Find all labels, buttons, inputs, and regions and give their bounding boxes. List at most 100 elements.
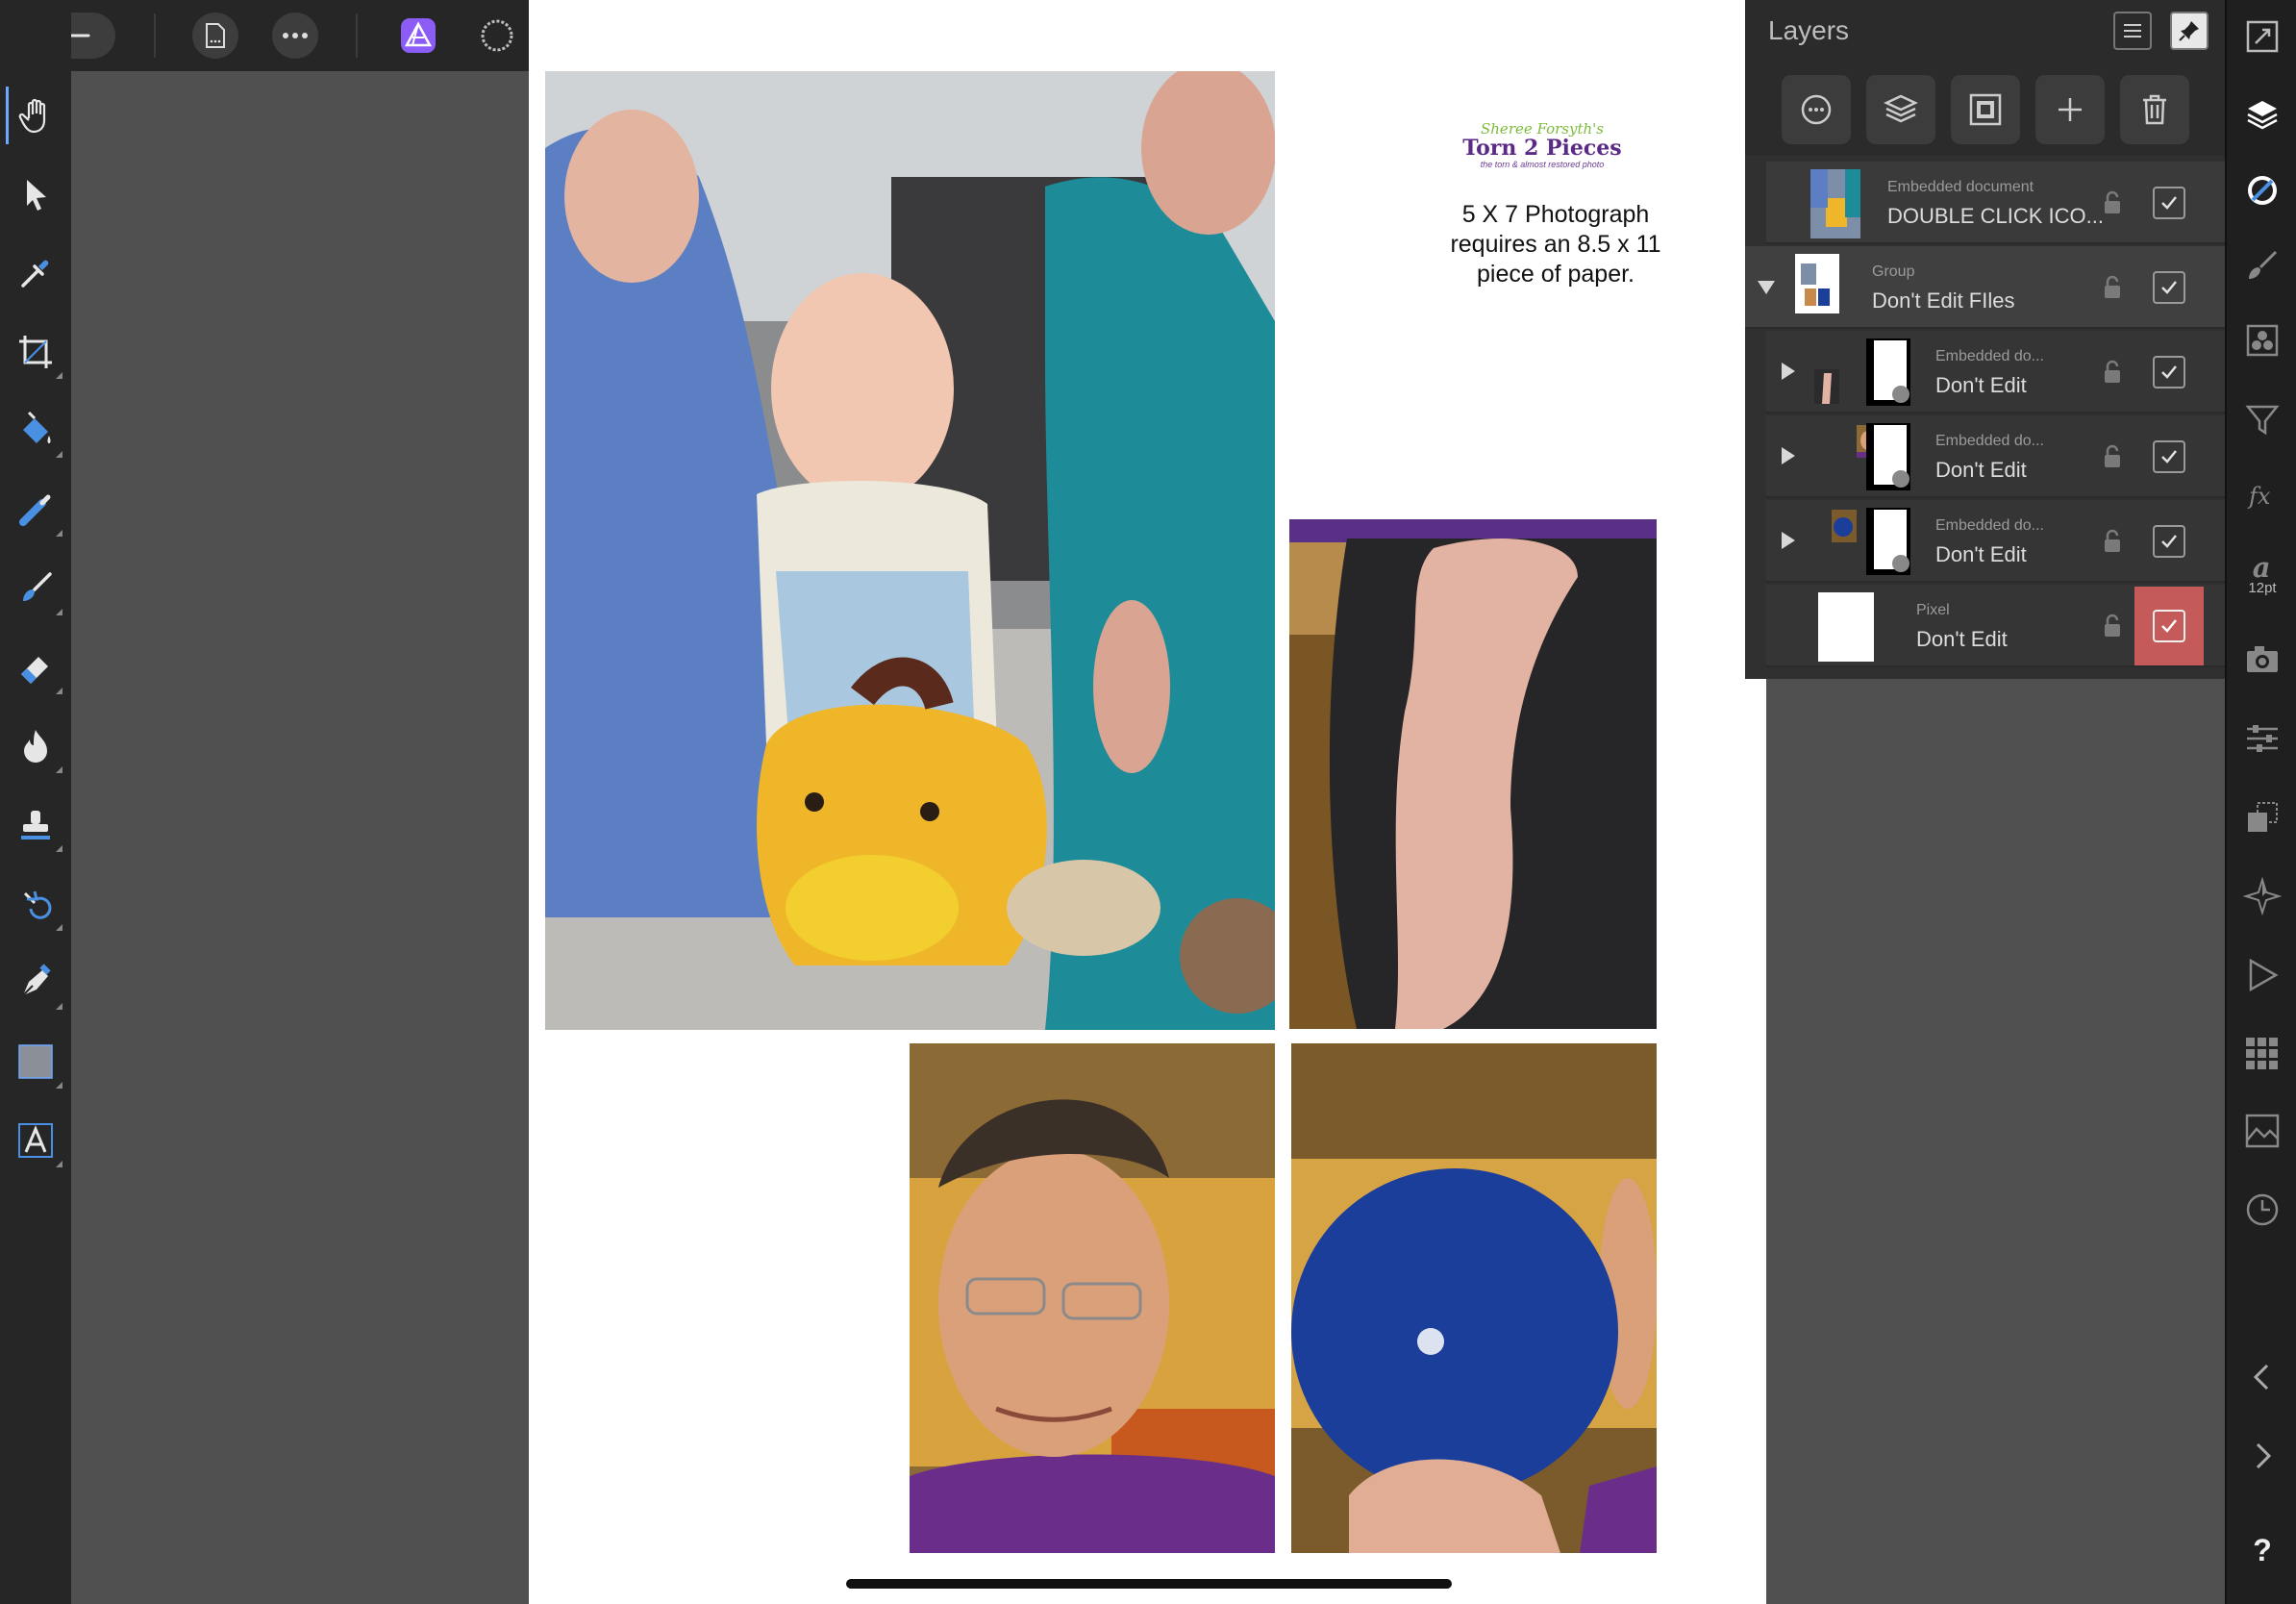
print-note: 5 X 7 Photograph requires an 8.5 x 11 pi… [1383, 200, 1729, 289]
macro-studio-button[interactable] [2237, 950, 2287, 1000]
visibility-checkbox[interactable] [2153, 187, 2185, 219]
document-button[interactable] [192, 13, 238, 59]
visibility-checkbox[interactable] [2153, 440, 2185, 473]
print-note-line: piece of paper. [1476, 261, 1635, 288]
visibility-checkbox[interactable] [2153, 610, 2185, 642]
text-styles-studio-button[interactable]: a 12pt [2237, 548, 2287, 598]
layer-row-embedded-document[interactable]: Embedded document DOUBLE CLICK ICO... [1766, 162, 2226, 244]
home-indicator [846, 1579, 1452, 1589]
move-tool[interactable] [7, 165, 64, 223]
panel-menu-button[interactable] [2113, 12, 2152, 50]
colour-studio-button[interactable] [2237, 165, 2287, 215]
dodge-burn-tool[interactable] [7, 717, 64, 775]
layers-studio-button[interactable] [2237, 90, 2287, 140]
arm-photo[interactable] [1289, 519, 1657, 1029]
history-studio-button[interactable] [2237, 1185, 2287, 1235]
lock-icon[interactable] [2102, 444, 2123, 469]
man-portrait-image [910, 1043, 1275, 1553]
mask-icon [1969, 93, 2002, 126]
undo-brush-icon [23, 890, 52, 919]
transform-studio-button[interactable] [2237, 792, 2287, 842]
photo-persona-button[interactable] [394, 12, 442, 60]
character-icon: a [2253, 551, 2271, 584]
pen-tool[interactable] [7, 954, 64, 1012]
layer-type: Embedded do... [1935, 348, 2044, 364]
help-label: ? [2253, 1532, 2272, 1567]
effects-studio-button[interactable]: fx [2237, 471, 2287, 521]
eraser-icon [21, 657, 48, 684]
rectangle-tool[interactable] [7, 1033, 64, 1090]
expand-triangle-icon[interactable] [1782, 363, 1795, 380]
torn-2-pieces-logo: Sheree Forsyth's Torn 2 Pieces the torn … [1437, 121, 1647, 169]
lock-icon[interactable] [2102, 190, 2123, 215]
lock-icon[interactable] [2102, 275, 2123, 300]
collapse-right-button[interactable] [2237, 1431, 2287, 1481]
layer-thumbnail-image [1795, 254, 1839, 313]
clone-tool[interactable] [7, 796, 64, 854]
chevron-right-icon [2256, 1442, 2272, 1469]
colour-swatch-icon [2248, 176, 2277, 205]
visibility-checkbox[interactable] [2153, 271, 2185, 304]
crop-tool[interactable] [7, 323, 64, 381]
help-button[interactable]: ? [2237, 1525, 2287, 1575]
delete-layer-button[interactable] [2120, 75, 2189, 144]
artistic-text-tool[interactable] [7, 1112, 64, 1169]
man-portrait-photo[interactable] [910, 1043, 1275, 1553]
add-layer-button[interactable] [2035, 75, 2105, 144]
more-button[interactable] [272, 13, 318, 59]
liquify-persona-button[interactable] [473, 12, 521, 60]
snapshots-studio-button[interactable] [2237, 635, 2287, 685]
layer-type: Embedded do... [1935, 517, 2044, 534]
view-tool[interactable] [5, 87, 66, 144]
channels-studio-button[interactable] [2237, 315, 2287, 365]
stock-studio-button[interactable] [2237, 1029, 2287, 1079]
navigator-studio-button[interactable] [2237, 871, 2287, 921]
bowling-ball-photo[interactable] [1291, 1043, 1657, 1553]
pin-panel-button[interactable] [2170, 12, 2209, 50]
expand-triangle-icon[interactable] [1782, 532, 1795, 549]
layer-row-embedded[interactable]: Embedded do... Don't Edit [1766, 331, 2226, 414]
flood-fill-tool[interactable] [7, 402, 64, 460]
layer-row-group[interactable]: Group Don't Edit FIles [1745, 246, 2226, 329]
color-picker-tool[interactable] [7, 244, 64, 302]
layer-stack-button[interactable] [1866, 75, 1935, 144]
pin-icon [2179, 21, 2199, 41]
visibility-checkbox[interactable] [2153, 356, 2185, 388]
layer-row-pixel[interactable]: Pixel Don't Edit [1766, 585, 2226, 667]
expand-triangle-icon[interactable] [1782, 447, 1795, 464]
visibility-checkbox[interactable] [2153, 525, 2185, 558]
layers-header: Layers [1745, 0, 2226, 63]
font-size-label: 12pt [2248, 579, 2277, 596]
layer-name: Don't Edit [1916, 627, 2008, 651]
paint-brush-tool[interactable] [7, 560, 64, 617]
layer-row-embedded[interactable]: Embedded do... Don't Edit [1766, 500, 2226, 583]
family-photo[interactable] [545, 71, 1275, 1030]
erase-brush-tool[interactable] [7, 639, 64, 696]
tone-studio-button[interactable] [2237, 714, 2287, 764]
pen-nib-icon [22, 964, 51, 996]
collapse-triangle-icon[interactable] [1758, 281, 1775, 294]
layer-stack-icon [1884, 94, 1918, 123]
layer-row-embedded[interactable]: Embedded do... Don't Edit [1766, 415, 2226, 498]
adjustments-studio-button[interactable] [2237, 394, 2287, 444]
panel-menu-icon [2124, 24, 2141, 38]
undo-brush-tool[interactable] [7, 875, 64, 933]
liquify-persona-icon [481, 19, 513, 52]
lock-icon[interactable] [2102, 529, 2123, 554]
document-page[interactable]: Sheree Forsyth's Torn 2 Pieces the torn … [529, 0, 1766, 1604]
collapse-left-button[interactable] [2237, 1352, 2287, 1402]
mask-thumbnail [1866, 423, 1910, 490]
mask-layer-button[interactable] [1951, 75, 2020, 144]
lock-icon[interactable] [2102, 614, 2123, 639]
brushes-studio-button[interactable] [2237, 240, 2287, 290]
paint-brush-icon [23, 572, 52, 601]
lock-icon[interactable] [2102, 360, 2123, 385]
layer-options-button[interactable] [1782, 75, 1851, 144]
mask-thumbnail-image [1866, 423, 1910, 490]
fx-icon: fx [2247, 483, 2271, 510]
checkmark-icon [2161, 281, 2177, 294]
histogram-studio-button[interactable] [2237, 1106, 2287, 1156]
selection-brush-tool[interactable] [7, 481, 64, 539]
fullscreen-button[interactable] [2237, 12, 2287, 62]
grid-icon [2246, 1038, 2278, 1069]
